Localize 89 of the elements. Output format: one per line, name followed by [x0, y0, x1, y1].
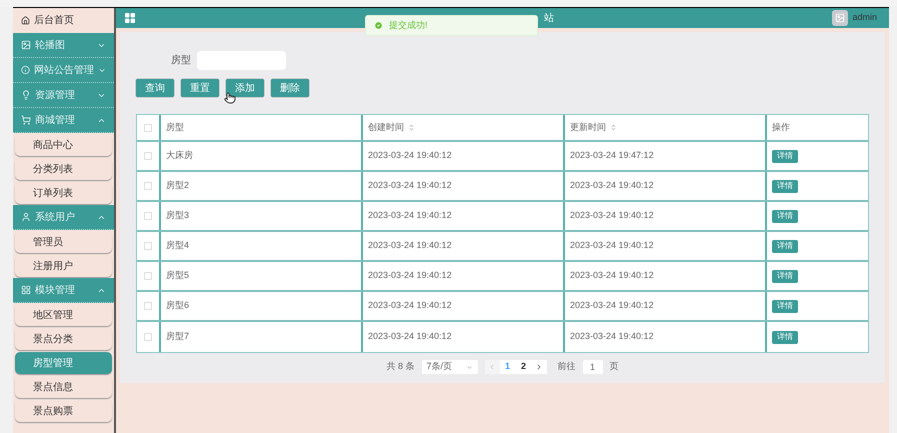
page-button[interactable]: 2	[516, 360, 532, 374]
table-cell: 2023-03-24 19:40:12	[565, 172, 767, 200]
table-cell: 2023-03-24 19:40:12	[363, 142, 565, 170]
total-count: 共 8 条	[386, 360, 414, 374]
table-cell: 房型3	[161, 202, 363, 230]
action-button[interactable]: 添加	[226, 79, 264, 97]
picture-icon	[21, 40, 31, 50]
user-icon	[21, 212, 31, 222]
bulb-icon	[21, 90, 31, 100]
detail-button[interactable]: 详情	[772, 210, 798, 222]
menu-group[interactable]: 商城管理	[13, 108, 114, 133]
column-header: 操作	[771, 120, 791, 134]
submenu-item[interactable]: 订单列表	[15, 182, 112, 204]
table-cell: 房型7	[161, 322, 363, 352]
submenu-item[interactable]: 地区管理	[15, 304, 112, 326]
submenu-item[interactable]: 分类列表	[15, 158, 112, 180]
site-title: 站	[544, 12, 554, 26]
table-cell: 2023-03-24 19:40:12	[565, 262, 767, 290]
chevron-down-icon	[466, 364, 472, 370]
page-size-select[interactable]: 7条/页	[422, 360, 478, 374]
checkbox[interactable]	[144, 272, 152, 280]
checkbox[interactable]	[144, 124, 152, 132]
checkbox[interactable]	[144, 212, 152, 220]
table-cell: 房型2	[161, 172, 363, 200]
table-cell: 2023-03-24 19:47:12	[565, 142, 767, 170]
checkbox[interactable]	[144, 242, 152, 250]
chevron-left-icon	[488, 363, 496, 371]
cursor-icon	[224, 92, 236, 104]
menu-group[interactable]: 模块管理	[13, 278, 114, 303]
table-cell: 2023-03-24 19:40:12	[363, 232, 565, 260]
checkbox[interactable]	[144, 333, 152, 341]
cart-icon	[21, 115, 31, 125]
menu-group[interactable]: 网站公告管理	[13, 58, 114, 83]
table-cell: 2023-03-24 19:40:12	[363, 202, 565, 230]
checkbox[interactable]	[144, 302, 152, 310]
table-cell: 2023-03-24 19:40:12	[565, 322, 767, 352]
username: admin	[852, 11, 877, 24]
page-button[interactable]: 1	[500, 360, 516, 374]
table-cell: 2023-03-24 19:40:12	[363, 322, 565, 352]
detail-button[interactable]: 详情	[772, 180, 798, 192]
table-cell: 2023-03-24 19:40:12	[565, 232, 767, 260]
menu-group[interactable]: 轮播图	[13, 33, 114, 58]
detail-button[interactable]: 详情	[772, 300, 798, 312]
table-cell: 房型6	[161, 292, 363, 320]
detail-button[interactable]: 详情	[772, 240, 798, 252]
prev-page-button[interactable]	[484, 360, 500, 374]
submenu-item[interactable]: 景点信息	[15, 376, 112, 398]
column-header[interactable]: 创建时间	[363, 115, 565, 140]
submenu-item[interactable]: 景点购票	[15, 400, 112, 422]
success-toast: 提交成功!	[365, 15, 538, 36]
menu-group[interactable]: 系统用户	[13, 205, 114, 230]
detail-button[interactable]: 详情	[772, 150, 798, 162]
chevron-right-icon	[535, 363, 543, 371]
action-button[interactable]: 查询	[136, 79, 174, 97]
checkbox[interactable]	[144, 182, 152, 190]
column-header: 房型	[161, 115, 363, 140]
table-cell: 大床房	[161, 142, 363, 170]
table-cell: 房型4	[161, 232, 363, 260]
detail-button[interactable]: 详情	[772, 330, 798, 344]
field-label: 房型	[171, 54, 191, 68]
table-cell: 2023-03-24 19:40:12	[565, 292, 767, 320]
page-input[interactable]: 1	[582, 360, 602, 374]
next-page-button[interactable]	[532, 360, 546, 374]
page-unit: 页	[610, 360, 618, 374]
info-icon	[21, 65, 30, 75]
submenu-item[interactable]: 景点分类	[15, 328, 112, 350]
goto-label: 前往	[558, 360, 576, 374]
table-cell: 2023-03-24 19:40:12	[363, 172, 565, 200]
column-header[interactable]: 更新时间	[565, 115, 767, 140]
table-cell: 房型5	[161, 262, 363, 290]
submenu-item[interactable]: 房型管理	[15, 352, 112, 374]
submenu-item[interactable]: 管理员	[15, 231, 112, 253]
sort-icon	[408, 124, 415, 131]
action-button[interactable]: 删除	[271, 79, 309, 97]
sort-icon	[610, 124, 617, 131]
submenu-item[interactable]: 商品中心	[15, 134, 112, 156]
table-cell: 2023-03-24 19:40:12	[363, 262, 565, 290]
submenu-item[interactable]: 注册用户	[15, 255, 112, 277]
checkbox[interactable]	[144, 152, 152, 160]
detail-button[interactable]: 详情	[772, 270, 798, 282]
action-button[interactable]: 重置	[181, 79, 219, 97]
home-icon	[21, 16, 30, 25]
avatar-icon[interactable]	[832, 10, 848, 26]
check-icon	[374, 21, 383, 30]
menu-group[interactable]: 资源管理	[13, 83, 114, 108]
grid-icon	[124, 12, 136, 24]
table-cell: 2023-03-24 19:40:12	[565, 202, 767, 230]
grid-icon	[21, 285, 31, 295]
table-cell: 2023-03-24 19:40:12	[363, 292, 565, 320]
